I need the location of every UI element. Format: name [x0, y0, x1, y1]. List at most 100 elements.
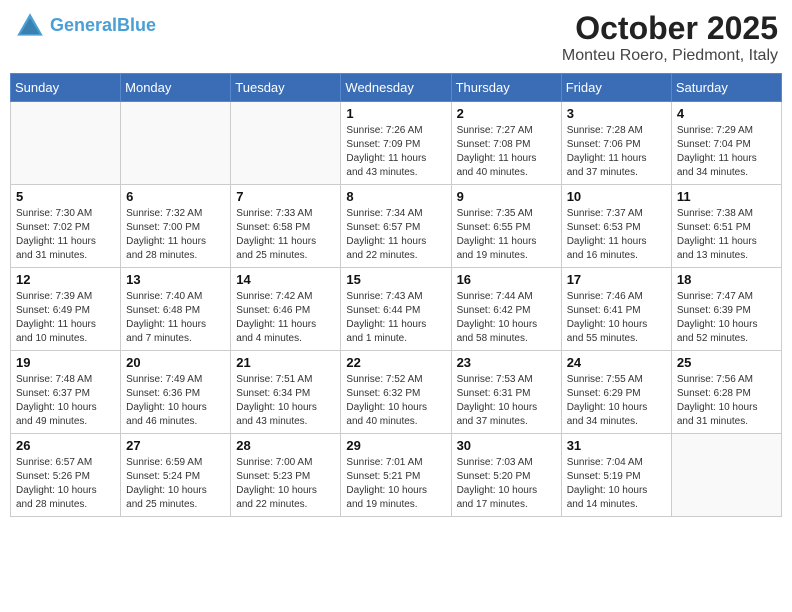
day-info: Sunrise: 7:46 AM Sunset: 6:41 PM Dayligh…: [567, 290, 666, 346]
calendar-cell: 30 Sunrise: 7:03 AM Sunset: 5:20 PM Dayli…: [451, 434, 561, 517]
calendar-week-row: 26Sunrise: 6:57 AM Sunset: 5:26 PM Dayli…: [11, 434, 782, 517]
day-info: Sunrise: 7:33 AM Sunset: 6:58 PM Dayligh…: [236, 207, 335, 263]
calendar-cell: 12Sunrise: 7:39 AM Sunset: 6:49 PM Dayli…: [11, 268, 121, 351]
day-info: Sunrise: 7:03 AM Sunset: 5:20 PM Dayligh…: [457, 456, 556, 512]
calendar-cell: [121, 102, 231, 185]
day-info: Sunrise: 7:51 AM Sunset: 6:34 PM Dayligh…: [236, 373, 335, 429]
day-number: 25: [677, 355, 776, 370]
calendar-cell: 3 Sunrise: 7:28 AM Sunset: 7:06 PM Daylig…: [561, 102, 671, 185]
day-number: 16: [457, 272, 556, 287]
day-number: 21: [236, 355, 335, 370]
weekday-header-thursday: Thursday: [451, 74, 561, 102]
weekday-header-tuesday: Tuesday: [231, 74, 341, 102]
day-info: Sunrise: 7:28 AM Sunset: 7:06 PM Dayligh…: [567, 124, 666, 180]
calendar-cell: 19 Sunrise: 7:48 AM Sunset: 6:37 PM Dayli…: [11, 351, 121, 434]
calendar-cell: 4Sunrise: 7:29 AM Sunset: 7:04 PM Daylig…: [671, 102, 781, 185]
calendar-cell: 31 Sunrise: 7:04 AM Sunset: 5:19 PM Dayli…: [561, 434, 671, 517]
day-info: Sunrise: 6:59 AM Sunset: 5:24 PM Dayligh…: [126, 456, 225, 512]
calendar-cell: 7Sunrise: 7:33 AM Sunset: 6:58 PM Daylig…: [231, 185, 341, 268]
calendar-cell: 28 Sunrise: 7:00 AM Sunset: 5:23 PM Dayli…: [231, 434, 341, 517]
calendar-cell: 20 Sunrise: 7:49 AM Sunset: 6:36 PM Dayli…: [121, 351, 231, 434]
day-info: Sunrise: 7:42 AM Sunset: 6:46 PM Dayligh…: [236, 290, 335, 346]
weekday-header-wednesday: Wednesday: [341, 74, 451, 102]
title-block: October 2025 Monteu Roero, Piedmont, Ita…: [562, 10, 778, 65]
calendar-cell: 26Sunrise: 6:57 AM Sunset: 5:26 PM Dayli…: [11, 434, 121, 517]
day-number: 19: [16, 355, 115, 370]
calendar-cell: 10 Sunrise: 7:37 AM Sunset: 6:53 PM Dayli…: [561, 185, 671, 268]
day-info: Sunrise: 7:55 AM Sunset: 6:29 PM Dayligh…: [567, 373, 666, 429]
calendar-cell: 24 Sunrise: 7:55 AM Sunset: 6:29 PM Dayli…: [561, 351, 671, 434]
calendar-cell: [671, 434, 781, 517]
day-info: Sunrise: 7:48 AM Sunset: 6:37 PM Dayligh…: [16, 373, 115, 429]
day-info: Sunrise: 7:53 AM Sunset: 6:31 PM Dayligh…: [457, 373, 556, 429]
day-number: 3: [567, 106, 666, 121]
day-info: Sunrise: 7:56 AM Sunset: 6:28 PM Dayligh…: [677, 373, 776, 429]
day-info: Sunrise: 6:57 AM Sunset: 5:26 PM Dayligh…: [16, 456, 115, 512]
day-number: 24: [567, 355, 666, 370]
day-number: 14: [236, 272, 335, 287]
page-header: GeneralBlue October 2025 Monteu Roero, P…: [10, 10, 782, 65]
day-number: 1: [346, 106, 445, 121]
calendar-week-row: 5 Sunrise: 7:30 AM Sunset: 7:02 PM Daylig…: [11, 185, 782, 268]
day-info: Sunrise: 7:37 AM Sunset: 6:53 PM Dayligh…: [567, 207, 666, 263]
day-info: Sunrise: 7:27 AM Sunset: 7:08 PM Dayligh…: [457, 124, 556, 180]
day-number: 11: [677, 189, 776, 204]
calendar-cell: 14 Sunrise: 7:42 AM Sunset: 6:46 PM Dayli…: [231, 268, 341, 351]
calendar-cell: 9Sunrise: 7:35 AM Sunset: 6:55 PM Daylig…: [451, 185, 561, 268]
day-info: Sunrise: 7:01 AM Sunset: 5:21 PM Dayligh…: [346, 456, 445, 512]
logo-line1: General: [50, 15, 117, 35]
day-info: Sunrise: 7:32 AM Sunset: 7:00 PM Dayligh…: [126, 207, 225, 263]
day-info: Sunrise: 7:44 AM Sunset: 6:42 PM Dayligh…: [457, 290, 556, 346]
calendar-week-row: 1Sunrise: 7:26 AM Sunset: 7:09 PM Daylig…: [11, 102, 782, 185]
day-number: 31: [567, 438, 666, 453]
calendar-cell: [11, 102, 121, 185]
calendar-cell: 15 Sunrise: 7:43 AM Sunset: 6:44 PM Dayli…: [341, 268, 451, 351]
day-number: 2: [457, 106, 556, 121]
day-info: Sunrise: 7:39 AM Sunset: 6:49 PM Dayligh…: [16, 290, 115, 346]
day-number: 15: [346, 272, 445, 287]
calendar-cell: 21 Sunrise: 7:51 AM Sunset: 6:34 PM Dayli…: [231, 351, 341, 434]
calendar-table: SundayMondayTuesdayWednesdayThursdayFrid…: [10, 73, 782, 517]
calendar-cell: 17 Sunrise: 7:46 AM Sunset: 6:41 PM Dayli…: [561, 268, 671, 351]
day-number: 30: [457, 438, 556, 453]
calendar-cell: 11 Sunrise: 7:38 AM Sunset: 6:51 PM Dayli…: [671, 185, 781, 268]
logo: GeneralBlue: [14, 10, 156, 42]
calendar-cell: 1Sunrise: 7:26 AM Sunset: 7:09 PM Daylig…: [341, 102, 451, 185]
day-info: Sunrise: 7:29 AM Sunset: 7:04 PM Dayligh…: [677, 124, 776, 180]
calendar-week-row: 12Sunrise: 7:39 AM Sunset: 6:49 PM Dayli…: [11, 268, 782, 351]
calendar-cell: 8Sunrise: 7:34 AM Sunset: 6:57 PM Daylig…: [341, 185, 451, 268]
calendar-cell: 25 Sunrise: 7:56 AM Sunset: 6:28 PM Dayli…: [671, 351, 781, 434]
day-number: 22: [346, 355, 445, 370]
day-info: Sunrise: 7:30 AM Sunset: 7:02 PM Dayligh…: [16, 207, 115, 263]
day-number: 10: [567, 189, 666, 204]
day-info: Sunrise: 7:04 AM Sunset: 5:19 PM Dayligh…: [567, 456, 666, 512]
day-info: Sunrise: 7:40 AM Sunset: 6:48 PM Dayligh…: [126, 290, 225, 346]
calendar-cell: 16 Sunrise: 7:44 AM Sunset: 6:42 PM Dayli…: [451, 268, 561, 351]
day-info: Sunrise: 7:43 AM Sunset: 6:44 PM Dayligh…: [346, 290, 445, 346]
day-info: Sunrise: 7:52 AM Sunset: 6:32 PM Dayligh…: [346, 373, 445, 429]
calendar-cell: 6Sunrise: 7:32 AM Sunset: 7:00 PM Daylig…: [121, 185, 231, 268]
day-number: 8: [346, 189, 445, 204]
calendar-cell: 2 Sunrise: 7:27 AM Sunset: 7:08 PM Daylig…: [451, 102, 561, 185]
day-number: 5: [16, 189, 115, 204]
logo-line2: Blue: [117, 15, 156, 35]
weekday-header-friday: Friday: [561, 74, 671, 102]
weekday-header-sunday: Sunday: [11, 74, 121, 102]
day-number: 27: [126, 438, 225, 453]
day-number: 17: [567, 272, 666, 287]
day-info: Sunrise: 7:49 AM Sunset: 6:36 PM Dayligh…: [126, 373, 225, 429]
month-title: October 2025: [562, 10, 778, 47]
location: Monteu Roero, Piedmont, Italy: [562, 47, 778, 65]
day-info: Sunrise: 7:38 AM Sunset: 6:51 PM Dayligh…: [677, 207, 776, 263]
calendar-cell: 29Sunrise: 7:01 AM Sunset: 5:21 PM Dayli…: [341, 434, 451, 517]
weekday-header-saturday: Saturday: [671, 74, 781, 102]
day-number: 20: [126, 355, 225, 370]
calendar-cell: 13 Sunrise: 7:40 AM Sunset: 6:48 PM Dayli…: [121, 268, 231, 351]
calendar-cell: 22 Sunrise: 7:52 AM Sunset: 6:32 PM Dayli…: [341, 351, 451, 434]
day-number: 13: [126, 272, 225, 287]
weekday-header-monday: Monday: [121, 74, 231, 102]
calendar-cell: 27 Sunrise: 6:59 AM Sunset: 5:24 PM Dayli…: [121, 434, 231, 517]
day-info: Sunrise: 7:00 AM Sunset: 5:23 PM Dayligh…: [236, 456, 335, 512]
day-number: 18: [677, 272, 776, 287]
day-number: 28: [236, 438, 335, 453]
